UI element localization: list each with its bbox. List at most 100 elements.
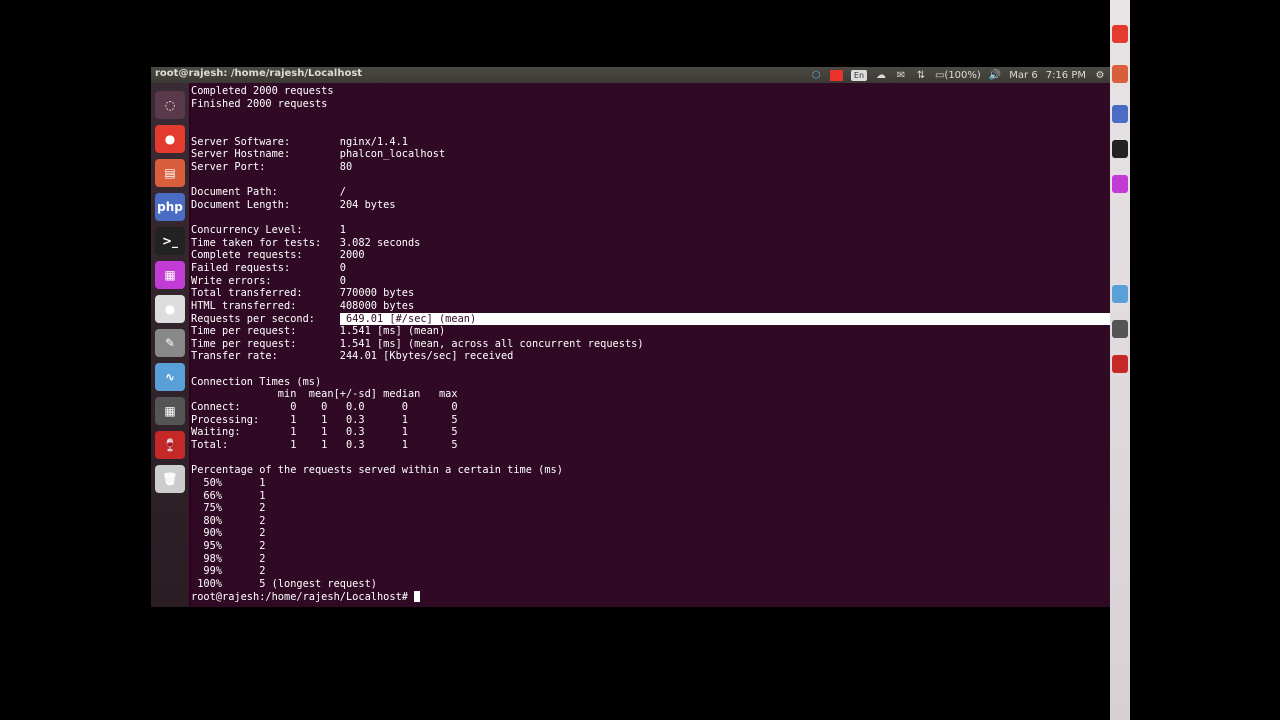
terminal-line-text: Total: 1 1 0.3 1 5 [191,438,458,451]
terminal-line-text: 50% 1 [191,476,266,489]
terminal-line-text: Time per request: 1.541 [ms] (mean) [191,325,446,338]
terminal-icon[interactable]: >_ [155,227,185,255]
terminal-line-text: 66% 1 [191,489,266,502]
terminal-line: Concurrency Level: 1 [191,224,1110,237]
terminal-line: Time taken for tests: 3.082 seconds [191,237,1110,250]
cloud-icon[interactable]: ☁ [875,69,887,81]
terminal-line: 98% 2 [191,553,1110,566]
terminal-line: 80% 2 [191,515,1110,528]
terminal-line: 50% 1 [191,477,1110,490]
gear-icon[interactable]: ⚙ [1094,69,1106,81]
terminal-line-text: 75% 2 [191,502,266,515]
terminal-line: 99% 2 [191,565,1110,578]
terminal-line-text: HTML transferred: 408000 bytes [191,299,415,312]
terminal-line-text: Server Hostname: phalcon_localhost [191,148,446,161]
terminal-icon [1112,140,1128,158]
terminal-line: min mean[+/-sd] median max [191,388,1110,401]
terminal-line-text: Server Software: nginx/1.4.1 [191,135,408,148]
terminal-line-text: Server Port: 80 [191,160,353,173]
terminal-line-text: 98% 2 [191,552,266,565]
battery-icon: ▭ [934,69,945,81]
battery-indicator[interactable]: ▭ (100%) [935,69,981,81]
terminal-line-text: Connect: 0 0 0.0 0 0 [191,401,458,414]
top-panel: root@rajesh: /home/rajesh/Localhost ⬡ En… [151,67,1110,83]
terminal-line: Connection Times (ms) [191,376,1110,389]
volume-icon[interactable]: 🔊 [989,69,1001,81]
terminal-line-text: Document Length: 204 bytes [191,198,396,211]
terminal-line-text: Processing: 1 1 0.3 1 5 [191,413,458,426]
network-icon[interactable]: ⇅ [915,69,927,81]
terminal-line-text: 95% 2 [191,540,266,553]
terminal-line-text: 100% 5 (longest request) [191,577,377,590]
terminal-line: Waiting: 1 1 0.3 1 5 [191,426,1110,439]
terminal-line: Requests per second: 649.01 [#/sec] (mea… [191,312,1110,326]
date-label[interactable]: Mar 6 [1009,69,1037,81]
monitor-icon [1112,285,1128,303]
terminal-line-text: Concurrency Level: 1 [191,224,346,237]
command-prompt[interactable]: root@rajesh:/home/rajesh/Localhost# [191,590,1110,604]
terminal-line: Server Software: nginx/1.4.1 [191,136,1110,149]
calculator-icon [1112,320,1128,338]
terminal-line-text: Write errors: 0 [191,274,346,287]
text-editor-icon[interactable]: ▤ [155,159,185,187]
terminal-line-text: Total transferred: 770000 bytes [191,287,415,300]
app-icon-white[interactable]: ● [155,295,185,323]
terminal-line-text: Document Path: / [191,186,346,199]
terminal-line-text: 80% 2 [191,514,266,527]
terminal-line: Document Length: 204 bytes [191,199,1110,212]
php-icon [1112,105,1128,123]
app-icon-pink[interactable]: ▦ [155,261,185,289]
terminal-line: Processing: 1 1 0.3 1 5 [191,414,1110,427]
terminal-line-text: Completed 2000 requests [191,85,334,97]
terminal-line: Document Path: / [191,186,1110,199]
terminal-line: Completed 2000 requests [191,85,1110,98]
notification-icon[interactable] [829,69,843,81]
terminal-line: 90% 2 [191,527,1110,540]
calculator-icon[interactable]: ▦ [155,397,185,425]
terminal-line: 95% 2 [191,540,1110,553]
terminal-line-text: Transfer rate: 244.01 [Kbytes/sec] recei… [191,350,514,363]
terminal-window[interactable]: Completed 2000 requests Finished 2000 req… [191,83,1110,607]
keyboard-layout-indicator[interactable]: En [850,69,867,81]
monitor-icon[interactable]: ∿ [155,363,185,391]
terminal-line: 75% 2 [191,502,1110,515]
terminal-line: Failed requests: 0 [191,262,1110,275]
terminal-line-text: Percentage of the requests served within… [191,464,563,477]
terminal-line-text: Time per request: 1.541 [ms] (mean, acro… [191,337,644,350]
wine-icon [1112,355,1128,373]
terminal-line: Complete requests: 2000 [191,249,1110,262]
terminal-line: 66% 1 [191,490,1110,503]
mail-icon[interactable]: ✉ [895,69,907,81]
indicator-area: ⬡ En ☁ ✉ ⇅ ▭ (100%) 🔊 Mar 6 7:16 PM ⚙ [810,68,1106,82]
php-icon[interactable]: php [155,193,185,221]
terminal-line: Percentage of the requests served within… [191,464,1110,477]
terminal-line: HTML transferred: 408000 bytes [191,300,1110,313]
dropbox-icon[interactable]: ⬡ [810,69,822,81]
window-title: root@rajesh: /home/rajesh/Localhost [155,68,363,79]
wine-icon[interactable]: 🍷 [155,431,185,459]
terminal-line-text: Time taken for tests: 3.082 seconds [191,236,421,249]
chrome-icon[interactable]: ● [155,125,185,153]
battery-percent: (100%) [944,69,981,81]
terminal-line: Server Hostname: phalcon_localhost [191,148,1110,161]
terminal-line: Total: 1 1 0.3 1 5 [191,439,1110,452]
terminal-line-text: Complete requests: 2000 [191,249,365,262]
selected-text[interactable]: 649.01 [#/sec] (mean) [339,312,1110,326]
terminal-line-text: min mean[+/-sd] median max [191,388,458,401]
desktop-screen: root@rajesh: /home/rajesh/Localhost ⬡ En… [151,67,1110,607]
time-label[interactable]: 7:16 PM [1046,69,1086,81]
trash-icon[interactable]: 🗑 [155,465,185,493]
dash-icon[interactable]: ◌ [155,91,185,119]
terminal-line-text: Finished 2000 requests [191,97,328,110]
draw-icon[interactable]: ✎ [155,329,185,357]
second-monitor-edge [1110,0,1130,720]
terminal-line: Time per request: 1.541 [ms] (mean) [191,325,1110,338]
text-editor-icon [1112,65,1128,83]
terminal-line-text: Requests per second: [191,312,340,325]
launcher-sidebar: ◌ ● ▤ php >_ ▦ ● ✎ ∿ ▦ 🍷 🗑 [151,83,189,607]
